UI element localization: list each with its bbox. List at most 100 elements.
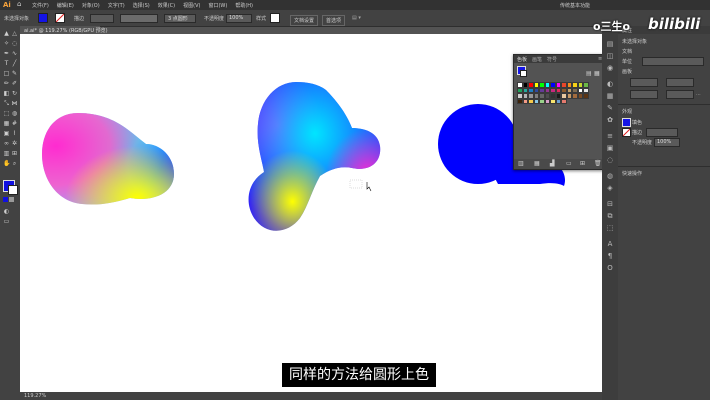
artboard-width-field[interactable]	[630, 78, 658, 87]
menu-edit[interactable]: 编辑(E)	[57, 2, 74, 9]
pen-tool-icon[interactable]: ✒	[3, 50, 10, 57]
rectangle-tool-icon[interactable]: □	[3, 70, 10, 77]
libraries-panel-icon[interactable]: ◉	[606, 64, 614, 72]
list-view-icon[interactable]: ▤	[586, 70, 592, 77]
menu-object[interactable]: 对象(O)	[82, 2, 100, 9]
curvature-tool-icon[interactable]: ∿	[11, 50, 18, 57]
stroke-swatch[interactable]	[55, 13, 65, 23]
units-dropdown[interactable]	[642, 57, 704, 66]
gradient-panel-icon[interactable]: ▣	[606, 144, 614, 152]
gradient-mode-icon[interactable]	[9, 197, 14, 202]
paintbrush-icon[interactable]: ✎	[11, 70, 18, 77]
free-transform-icon[interactable]: ⬚	[3, 110, 10, 117]
artboard-height-field[interactable]	[666, 78, 694, 87]
menu-select[interactable]: 选择(S)	[133, 2, 150, 9]
brushes-panel-icon[interactable]: ✎	[606, 104, 614, 112]
toolbar-stroke-swatch[interactable]	[8, 185, 18, 195]
perspective-grid-icon[interactable]: ▦	[3, 120, 10, 127]
menu-type[interactable]: 文字(T)	[108, 2, 125, 9]
appearance-panel-icon[interactable]: ◍	[606, 172, 614, 180]
width-tool-icon[interactable]: ⋈	[11, 100, 18, 107]
rotate-icon[interactable]: ↻	[11, 90, 18, 97]
library-menu-icon[interactable]: ▥	[518, 160, 524, 167]
transform-panel-icon[interactable]: ⬚	[606, 224, 614, 232]
mesh-tool-icon[interactable]: #	[11, 120, 18, 127]
selection-tool-icon[interactable]: ▲	[3, 30, 10, 37]
fill-swatch[interactable]	[38, 13, 48, 23]
new-group-icon[interactable]: ▭	[566, 160, 572, 167]
layers-panel-icon[interactable]: ◫	[606, 52, 614, 60]
preferences-button[interactable]: 首选项	[322, 15, 346, 26]
magic-wand-icon[interactable]: ✧	[3, 40, 10, 47]
workspace-switcher[interactable]: 传统基本功能	[560, 2, 590, 9]
line-tool-icon[interactable]: ╱	[11, 60, 18, 67]
screen-mode-icon[interactable]: ▭	[3, 218, 10, 225]
align-panel-icon[interactable]: ⊟	[606, 200, 614, 208]
middle-gradient-blob[interactable]	[240, 74, 390, 244]
menu-help[interactable]: 帮助(H)	[235, 2, 253, 9]
color-mode-icon[interactable]	[3, 197, 8, 202]
left-gradient-blob[interactable]	[20, 94, 200, 224]
zoom-level[interactable]: 119.27%	[24, 393, 46, 399]
symbol-sprayer-icon[interactable]: ✲	[11, 140, 18, 147]
style-swatch[interactable]	[270, 13, 280, 23]
appearance-opacity-field[interactable]: 100%	[654, 138, 680, 147]
type-tool-icon[interactable]: T	[3, 60, 10, 67]
document-setup-button[interactable]: 文档设置	[290, 15, 319, 26]
hand-tool-icon[interactable]: ✋	[3, 160, 10, 167]
opentype-panel-icon[interactable]: O	[606, 264, 614, 272]
menu-window[interactable]: 窗口(W)	[208, 2, 227, 9]
brush-definition[interactable]: 3 点圆形	[164, 14, 196, 23]
properties-panel-icon[interactable]: ▤	[606, 40, 614, 48]
tab-swatches[interactable]: 色板	[517, 56, 527, 63]
swatch-chip[interactable]	[583, 93, 589, 99]
menu-view[interactable]: 视图(V)	[183, 2, 200, 9]
stroke-panel-icon[interactable]: ≡	[606, 132, 614, 140]
graphic-styles-panel-icon[interactable]: ◈	[606, 184, 614, 192]
tab-symbols[interactable]: 符号	[547, 56, 557, 63]
eraser-icon[interactable]: ◧	[3, 90, 10, 97]
shape-builder-icon[interactable]: ◍	[11, 110, 18, 117]
gradient-tool-icon[interactable]: ▣	[3, 130, 10, 137]
grid-view-icon[interactable]: ▦	[594, 70, 600, 77]
pencil-icon[interactable]: ✏	[3, 80, 10, 87]
pathfinder-panel-icon[interactable]: ⧉	[606, 212, 614, 220]
eyedropper-icon[interactable]: ⌇	[11, 130, 18, 137]
character-panel-icon[interactable]: A	[606, 240, 614, 248]
menu-effect[interactable]: 效果(C)	[158, 2, 175, 9]
scale-icon[interactable]: ⤡	[3, 100, 10, 107]
appearance-stroke-field[interactable]	[646, 128, 678, 137]
appearance-stroke-swatch[interactable]	[622, 128, 631, 137]
zoom-tool-icon[interactable]: ⌕	[11, 160, 18, 167]
draw-mode-icon[interactable]: ◐	[3, 208, 10, 215]
color-panel-icon[interactable]: ◐	[606, 80, 614, 88]
show-kinds-icon[interactable]: ▦	[534, 160, 540, 167]
arrange-icon[interactable]: ▤ ▾	[352, 15, 361, 21]
lasso-icon[interactable]: ◌	[11, 40, 18, 47]
symbols-panel-icon[interactable]: ✿	[606, 116, 614, 124]
artboard-tool-icon[interactable]: ⊞	[11, 150, 18, 157]
home-icon[interactable]: ⌂	[17, 1, 24, 8]
document-tab[interactable]: ai.ai* @ 119.27% (RGB/GPU 预览)	[20, 26, 108, 34]
swatches-panel-icon[interactable]: ▦	[606, 92, 614, 100]
blend-tool-icon[interactable]: ∞	[3, 140, 10, 147]
stroke-weight-field[interactable]	[90, 14, 114, 23]
opacity-field[interactable]: 100%	[226, 14, 252, 23]
menu-file[interactable]: 文件(F)	[32, 2, 49, 9]
tab-brushes[interactable]: 画笔	[532, 56, 542, 63]
appearance-fill-swatch[interactable]	[622, 118, 631, 127]
shaper-icon[interactable]: ✐	[11, 80, 18, 87]
artboard-x-field[interactable]	[630, 90, 658, 99]
more-options-icon[interactable]: ⋯	[696, 92, 701, 98]
new-swatch-icon[interactable]: ⊞	[580, 160, 585, 167]
column-graph-icon[interactable]: ▥	[3, 150, 10, 157]
variable-width-profile[interactable]	[120, 14, 158, 23]
delete-swatch-icon[interactable]: 🗑	[594, 160, 602, 167]
direct-selection-tool-icon[interactable]: △	[11, 30, 18, 37]
swatch-stroke-indicator[interactable]	[520, 70, 527, 77]
paragraph-panel-icon[interactable]: ¶	[606, 252, 614, 260]
transparency-panel-icon[interactable]: ◌	[606, 156, 614, 164]
artboard-y-field[interactable]	[666, 90, 694, 99]
swatch-chip[interactable]	[561, 98, 567, 104]
color-group-icon[interactable]: ▟	[550, 160, 555, 167]
